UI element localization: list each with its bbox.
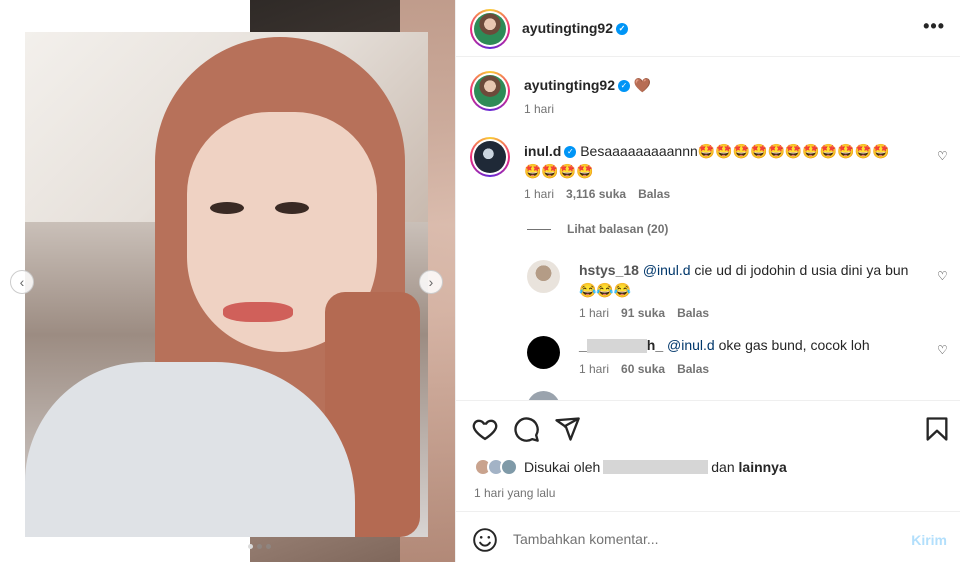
comment: inul.d ✓ Besaaaaaaaaannn🤩🤩🤩🤩🤩🤩🤩🤩🤩🤩🤩🤩🤩🤩🤩 xyxy=(524,141,904,181)
username-text[interactable]: ayutingting92 xyxy=(522,20,613,36)
reply-like-icon[interactable]: ♡ xyxy=(937,343,948,357)
caption-meta: 1 hari xyxy=(524,102,554,116)
reply-avatar[interactable] xyxy=(527,260,560,293)
comment-like-icon[interactable]: ♡ xyxy=(937,149,948,163)
reply-emoji: 😂😂😂 xyxy=(579,282,632,298)
reply-likes[interactable]: 91 suka xyxy=(621,306,665,320)
post-timestamp[interactable]: 1 hari yang lalu xyxy=(474,486,555,500)
carousel-dots xyxy=(248,544,271,549)
reply-likes[interactable]: 60 suka xyxy=(621,362,665,376)
reply: _ h_ @inul.d oke gas bund, cocok loh xyxy=(579,335,919,355)
avatar[interactable] xyxy=(470,9,510,49)
reply-like-icon[interactable]: ♡ xyxy=(937,269,948,283)
likes-connector: dan xyxy=(711,459,735,475)
reply-button[interactable]: Balas xyxy=(677,306,709,320)
mention-link[interactable]: @inul.d xyxy=(667,337,715,353)
reply-username[interactable]: _ h_ xyxy=(579,337,663,354)
comment-avatar[interactable] xyxy=(470,137,510,177)
caption-username[interactable]: ayutingting92 xyxy=(524,77,615,93)
comment-text: Besaaaaaaaaannn🤩🤩🤩🤩🤩🤩🤩🤩🤩🤩🤩🤩🤩🤩🤩 xyxy=(524,143,890,179)
reply-button[interactable]: Balas xyxy=(638,187,670,201)
more-icon[interactable]: ••• xyxy=(923,16,945,37)
caption-time[interactable]: 1 hari xyxy=(524,102,554,116)
reply-username[interactable]: hstys_18 xyxy=(579,262,639,278)
post-actions: Disukai oleh dan lainnya 1 hari yang lal… xyxy=(456,400,960,510)
reply: hstys_18 @inul.d cie ud di jodohin d usi… xyxy=(579,260,919,300)
reply-time[interactable]: 1 hari xyxy=(579,306,609,320)
chevron-right-icon[interactable]: › xyxy=(419,270,443,294)
caption-avatar[interactable] xyxy=(470,71,510,111)
verified-icon: ✓ xyxy=(618,80,631,93)
view-replies-button[interactable]: Lihat balasan (20) xyxy=(527,222,668,236)
comment-likes[interactable]: 3,116 suka xyxy=(566,187,626,201)
reply-text: cie ud di jodohin d usia dini ya bun xyxy=(694,262,909,278)
author-username[interactable]: ayutingting92 ✓ xyxy=(522,20,629,36)
comment-icon[interactable] xyxy=(512,415,540,443)
comment-input[interactable] xyxy=(513,527,893,551)
comment-username[interactable]: inul.d xyxy=(524,143,561,159)
comment-meta: 1 hari 3,116 suka Balas xyxy=(524,187,670,201)
reply-meta: 1 hari 60 suka Balas xyxy=(579,362,709,376)
heart-icon[interactable] xyxy=(471,415,499,443)
instagram-post-view: ‹ › ayutingting92 ✓ ••• ayutingting92 ✓ 🤎 xyxy=(0,0,960,562)
caption-text: 🤎 xyxy=(633,77,652,93)
verified-icon: ✓ xyxy=(564,146,577,159)
reply-avatar[interactable] xyxy=(527,336,560,369)
post-header: ayutingting92 ✓ ••• xyxy=(456,0,960,57)
liker-avatars xyxy=(474,458,518,476)
caption: ayutingting92 ✓ 🤎 xyxy=(524,75,651,95)
view-replies-label: Lihat balasan (20) xyxy=(567,222,669,236)
emoji-icon[interactable] xyxy=(472,527,498,553)
reply-text: oke gas bund, cocok loh xyxy=(718,337,870,353)
likes-prefix: Disukai oleh xyxy=(524,459,601,475)
redacted-liker xyxy=(603,460,709,474)
likes-summary: Disukai oleh dan lainnya xyxy=(474,458,787,476)
comment-time[interactable]: 1 hari xyxy=(524,187,554,201)
verified-icon: ✓ xyxy=(616,23,629,36)
post-media: ‹ › xyxy=(0,0,455,562)
post-comment-button[interactable]: Kirim xyxy=(911,532,947,548)
reply-meta: 1 hari 91 suka Balas xyxy=(579,306,709,320)
comments-list: ayutingting92 ✓ 🤎 1 hari inul.d ✓ Besaaaaa… xyxy=(456,57,960,400)
likes-others-link[interactable]: lainnya xyxy=(739,459,787,475)
reply-time[interactable]: 1 hari xyxy=(579,362,609,376)
post-sidebar: ayutingting92 ✓ ••• ayutingting92 ✓ 🤎 1 ha… xyxy=(455,0,960,562)
share-icon[interactable] xyxy=(553,415,581,443)
reply-avatar[interactable] xyxy=(527,391,560,400)
bookmark-icon[interactable] xyxy=(923,415,951,443)
reply-button[interactable]: Balas xyxy=(677,362,709,376)
post-photo xyxy=(25,32,428,537)
chevron-left-icon[interactable]: ‹ xyxy=(10,270,34,294)
mention-link[interactable]: @inul.d xyxy=(643,262,691,278)
add-comment-bar: Kirim xyxy=(456,511,960,562)
